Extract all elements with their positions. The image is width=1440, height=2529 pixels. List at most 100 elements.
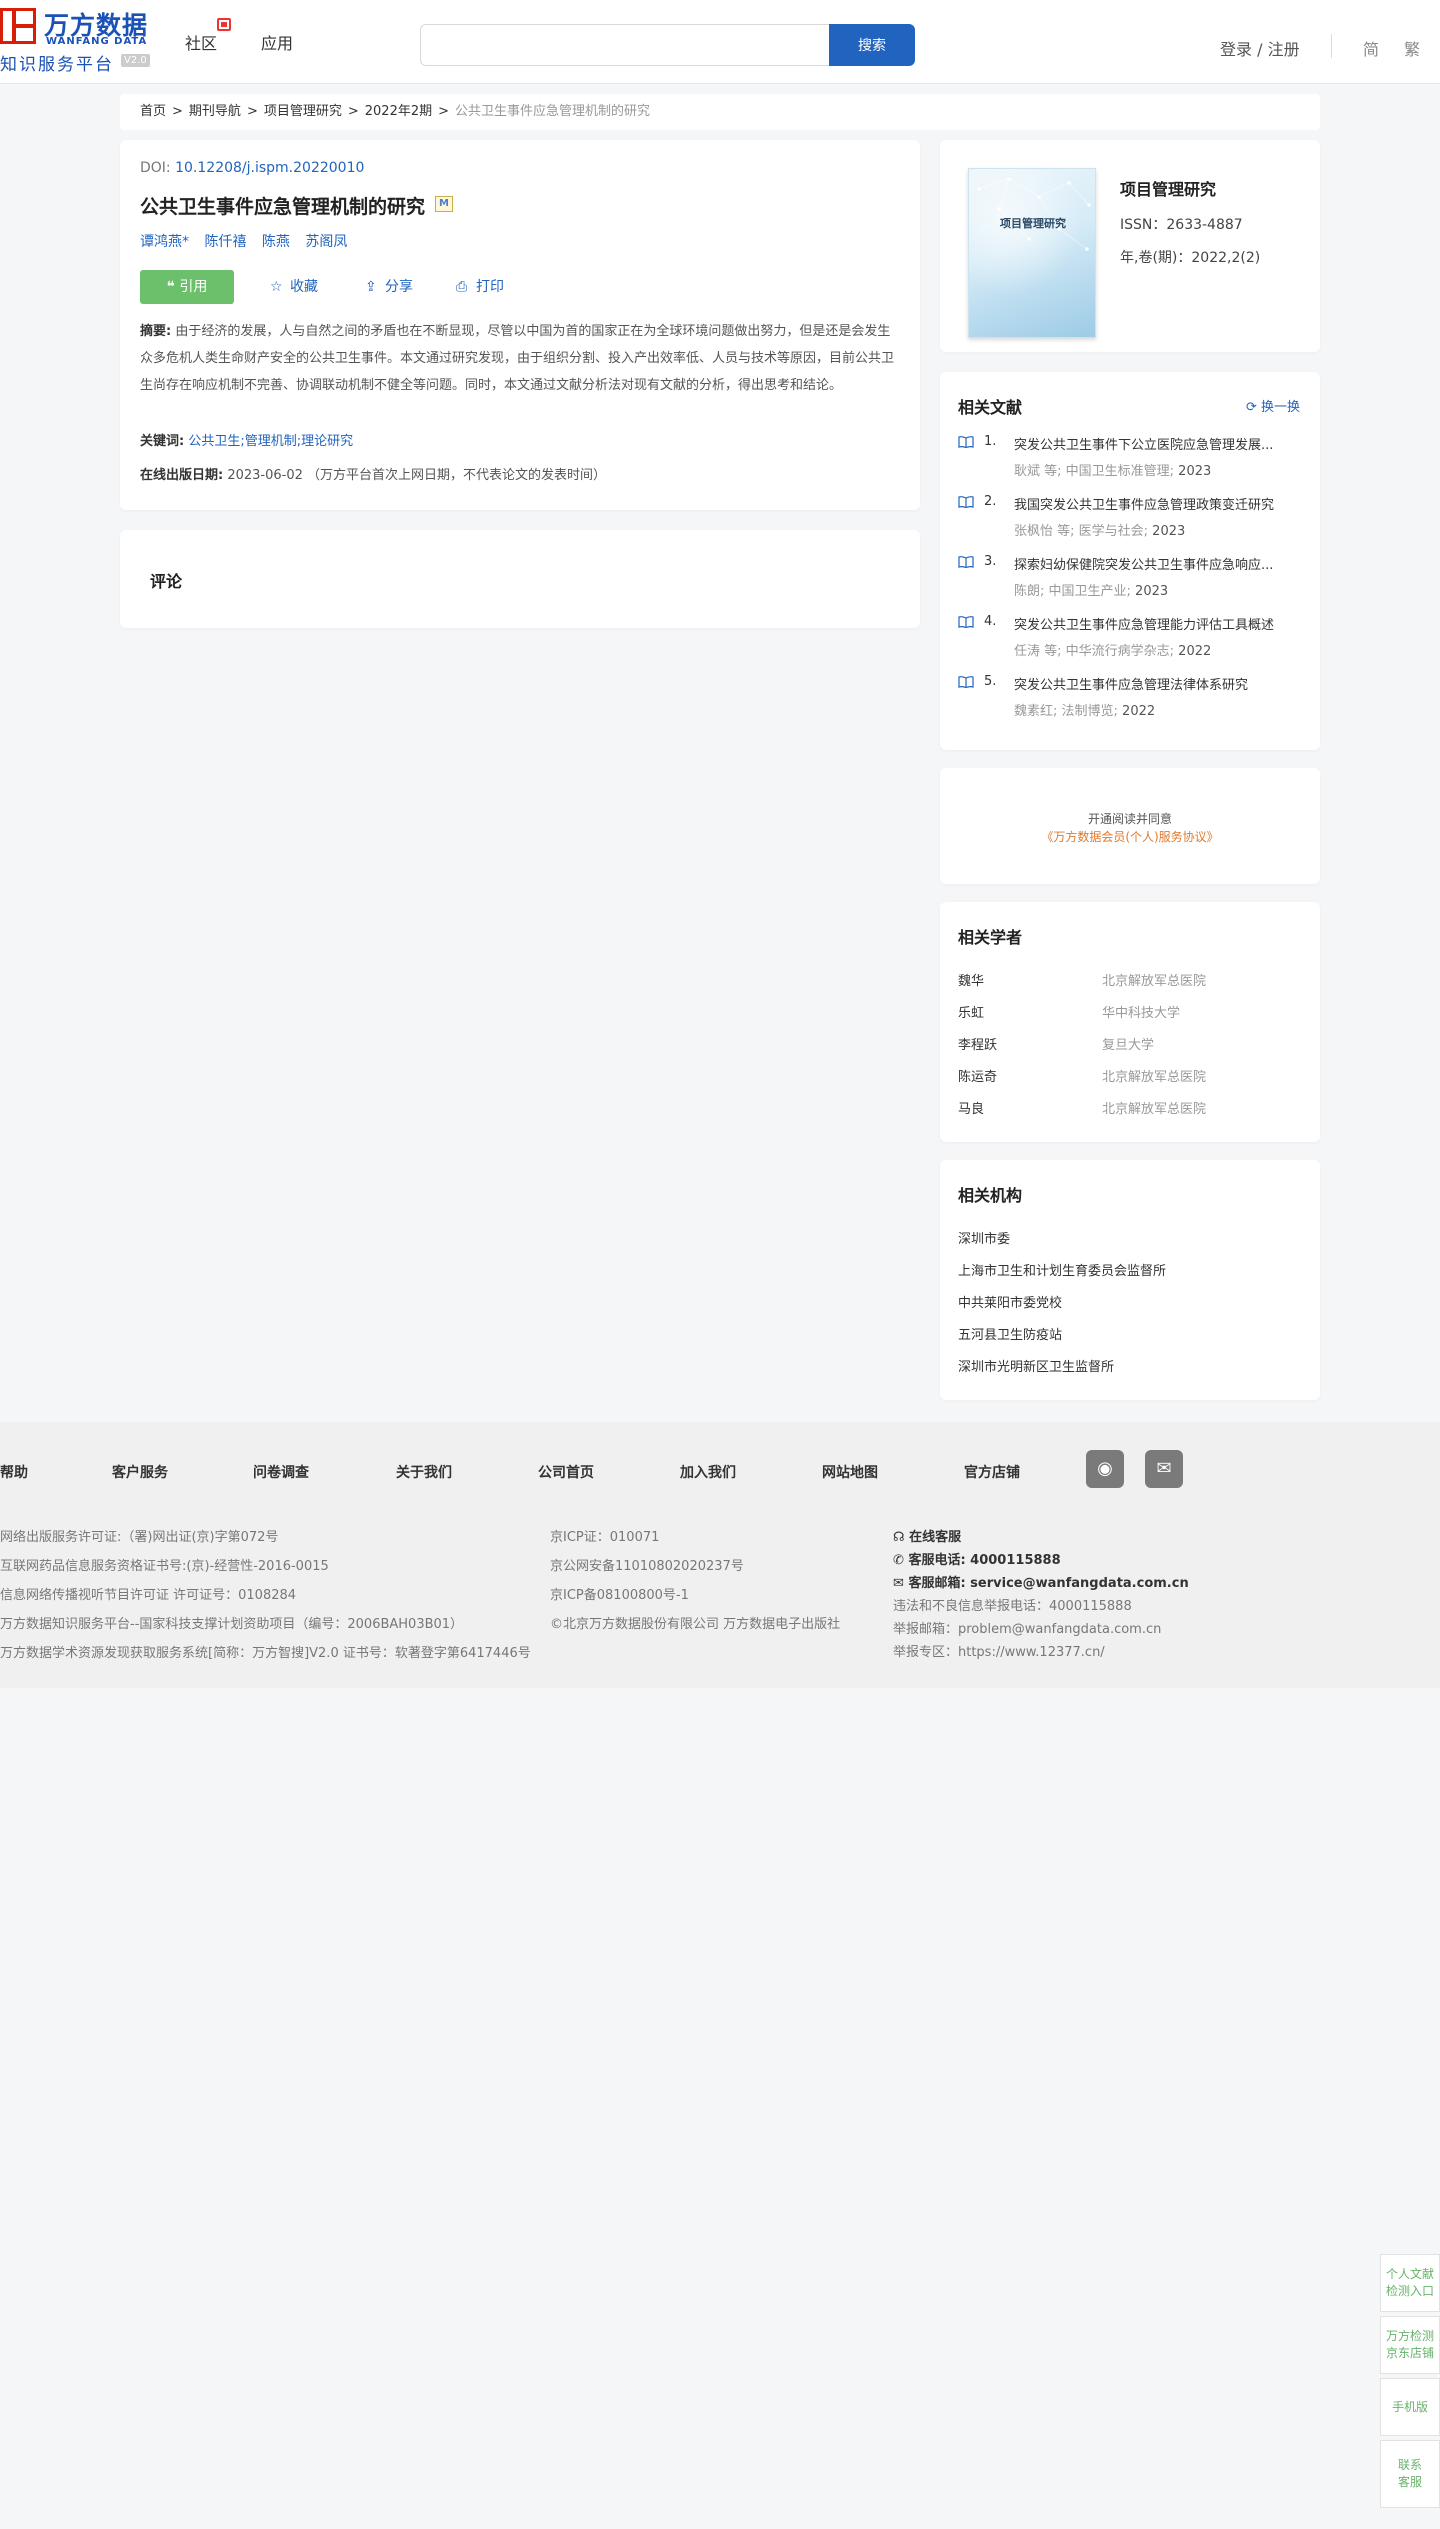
cite-button[interactable]: ❝ 引用 <box>140 270 234 304</box>
doc-year: 2023 <box>1135 584 1169 599</box>
doc-number: 5. <box>984 674 997 689</box>
keywords: 关键词: 公共卫生;管理机制;理论研究 <box>140 430 353 449</box>
institution-name[interactable]: 上海市卫生和计划生育委员会监督所 <box>958 1260 1166 1279</box>
author-link[interactable]: 苏阁凤 <box>305 234 347 250</box>
footer-license: 信息网络传播视听节目许可证 许可证号：0108284 <box>0 1588 297 1603</box>
institution-name[interactable]: 深圳市委 <box>958 1228 1010 1247</box>
scholar-name[interactable]: 马良 <box>958 1098 984 1117</box>
refresh-button[interactable]: ⟳ 换一换 <box>1246 396 1300 415</box>
author-list: 谭鸿燕* 陈仟禧 陈燕 苏阁凤 <box>140 231 358 251</box>
service-agreement-link[interactable]: 《万方数据会员(个人)服务协议》 <box>940 828 1320 845</box>
doc-year: 2023 <box>1152 524 1186 539</box>
breadcrumb-journal-nav[interactable]: 期刊导航 <box>189 104 241 119</box>
author-link[interactable]: 谭鸿燕* <box>140 234 189 250</box>
footer-nav-store[interactable]: 官方店铺 <box>964 1462 1020 1482</box>
side-plagiarism-check[interactable]: 个人文献检测入口 <box>1380 2254 1440 2312</box>
search-input[interactable] <box>420 24 830 66</box>
footer-nav-about[interactable]: 关于我们 <box>396 1462 452 1482</box>
book-icon <box>958 436 974 448</box>
footer-license: 互联网药品信息服务资格证书号:(京)-经营性-2016-0015 <box>0 1559 329 1574</box>
breadcrumb: 首页 > 期刊导航 > 项目管理研究 >2022年2期 > 公共卫生事件应急管理机制的研究 <box>120 94 1320 130</box>
scholar-org: 北京解放军总医院 <box>1102 1070 1207 1085</box>
wanfang-logo[interactable]: 万方数据 WANFANG DATA 知识服务平台 V2.0 <box>0 6 155 75</box>
nav-apps[interactable]: 应用 <box>261 30 293 54</box>
doi-link[interactable]: 10.12208/j.ispm.20220010 <box>175 160 364 176</box>
weibo-icon[interactable]: ◉ <box>1086 1450 1124 1488</box>
online-service-label: 在线客服 <box>909 1530 962 1545</box>
favorite-label: 收藏 <box>290 279 318 295</box>
side-contact-service[interactable]: 联系客服 <box>1380 2440 1440 2508</box>
mendeley-icon[interactable]: M <box>435 196 453 212</box>
login-register-link[interactable]: 登录 / 注册 <box>1220 36 1300 60</box>
doc-title[interactable]: 我国突发公共卫生事件应急管理政策变迁研究 <box>1014 494 1314 513</box>
breadcrumb-journal[interactable]: 项目管理研究 <box>264 104 342 119</box>
scholar-name[interactable]: 李程跃 <box>958 1034 997 1053</box>
print-label: 打印 <box>476 279 504 295</box>
footer-nav-sitemap[interactable]: 网站地图 <box>822 1462 878 1482</box>
institution-name[interactable]: 深圳市光明新区卫生监督所 <box>958 1356 1114 1375</box>
breadcrumb-home[interactable]: 首页 <box>140 104 166 119</box>
pubdate-label: 在线出版日期: <box>140 468 224 483</box>
abstract: 摘要: 由于经济的发展，人与自然之间的矛盾也在不断显现，尽管以中国为首的国家正在… <box>140 318 900 399</box>
footer-nav-join[interactable]: 加入我们 <box>680 1462 736 1482</box>
book-icon <box>958 616 974 628</box>
keyword-link[interactable]: 公共卫生; <box>188 434 244 449</box>
logo-mark-icon <box>0 8 36 44</box>
side-mobile[interactable]: 手机版 <box>1380 2378 1440 2436</box>
keyword-link[interactable]: 理论研究 <box>301 434 353 449</box>
doc-title[interactable]: 探索妇幼保健院突发公共卫生事件应急响应... <box>1014 554 1314 573</box>
doc-authors-source: 魏素红; 法制博览; <box>1014 704 1118 719</box>
top-header: 万方数据 WANFANG DATA 知识服务平台 V2.0 社区 应用 搜索 登… <box>0 0 1440 84</box>
scholar-name[interactable]: 陈运奇 <box>958 1066 997 1085</box>
doc-authors-source: 任涛 等; 中华流行病学杂志; <box>1014 644 1175 659</box>
doc-meta: 耿斌 等; 中国卫生标准管理; 2023 <box>1014 460 1211 479</box>
author-link[interactable]: 陈燕 <box>262 234 290 250</box>
article-card: DOI: 10.12208/j.ispm.20220010 公共卫生事件应急管理… <box>120 140 920 510</box>
scholar-name[interactable]: 魏华 <box>958 970 984 989</box>
quote-icon: ❝ <box>166 279 175 295</box>
doc-number: 2. <box>984 494 997 509</box>
footer-nav-company[interactable]: 公司首页 <box>538 1462 594 1482</box>
related-institutions-title: 相关机构 <box>958 1186 1023 1205</box>
search-button[interactable]: 搜索 <box>829 24 915 66</box>
service-phone-number: 4000115888 <box>970 1553 1061 1568</box>
journal-name[interactable]: 项目管理研究 <box>1120 176 1216 200</box>
doc-meta: 魏素红; 法制博览; 2022 <box>1014 700 1155 719</box>
lang-simplified[interactable]: 简 <box>1363 36 1379 60</box>
footer-license: 网络出版服务许可证:（署)网出证(京)字第072号 <box>0 1530 279 1545</box>
doc-authors-source: 张枫怡 等; 医学与社会; <box>1014 524 1149 539</box>
journal-volume: 年,卷(期)：2022,2(2) <box>1120 250 1261 266</box>
report-zone-link[interactable]: 举报专区：https://www.12377.cn/ <box>893 1641 1105 1660</box>
author-link[interactable]: 陈仟禧 <box>204 234 246 250</box>
share-button[interactable]: ⇪ 分享 <box>365 276 413 296</box>
phone-icon: ✆ <box>893 1553 904 1568</box>
breadcrumb-issue[interactable]: 2022年2期 <box>365 104 432 119</box>
nav-community[interactable]: 社区 <box>185 18 231 54</box>
article-title: 公共卫生事件应急管理机制的研究 <box>140 196 426 218</box>
star-icon: ☆ <box>270 279 283 295</box>
doc-title[interactable]: 突发公共卫生事件下公立医院应急管理发展... <box>1014 434 1314 453</box>
institution-name[interactable]: 五河县卫生防疫站 <box>958 1324 1062 1343</box>
lang-traditional[interactable]: 繁 <box>1404 36 1420 60</box>
footer-icp: 京公网安备11010802020237号 <box>550 1559 744 1574</box>
footer-nav-help[interactable]: 帮助 <box>0 1462 28 1482</box>
favorite-button[interactable]: ☆ 收藏 <box>270 276 318 296</box>
doc-number: 3. <box>984 554 997 569</box>
scholar-name[interactable]: 乐虹 <box>958 1002 984 1021</box>
abstract-label: 摘要: <box>140 324 172 339</box>
keyword-link[interactable]: 管理机制; <box>245 434 301 449</box>
institution-name[interactable]: 中共莱阳市委党校 <box>958 1292 1062 1311</box>
print-button[interactable]: ⎙ 打印 <box>456 276 504 296</box>
doc-title[interactable]: 突发公共卫生事件应急管理能力评估工具概述 <box>1014 614 1314 633</box>
online-service-link[interactable]: ☊ 在线客服 <box>893 1526 961 1545</box>
wechat-icon[interactable]: ✉ <box>1145 1450 1183 1488</box>
doc-authors-source: 耿斌 等; 中国卫生标准管理; <box>1014 464 1175 479</box>
footer-icp: 京ICP备08100800号-1 <box>550 1588 689 1603</box>
journal-cover-image[interactable]: 项目管理研究 <box>968 168 1096 338</box>
footer-nav-customer-service[interactable]: 客户服务 <box>112 1462 168 1482</box>
footer-nav-survey[interactable]: 问卷调查 <box>253 1462 309 1482</box>
side-jd-store[interactable]: 万方检测京东店铺 <box>1380 2316 1440 2374</box>
logo-subtitle: 知识服务平台 <box>0 55 114 75</box>
book-icon <box>958 676 974 688</box>
doc-title[interactable]: 突发公共卫生事件应急管理法律体系研究 <box>1014 674 1314 693</box>
